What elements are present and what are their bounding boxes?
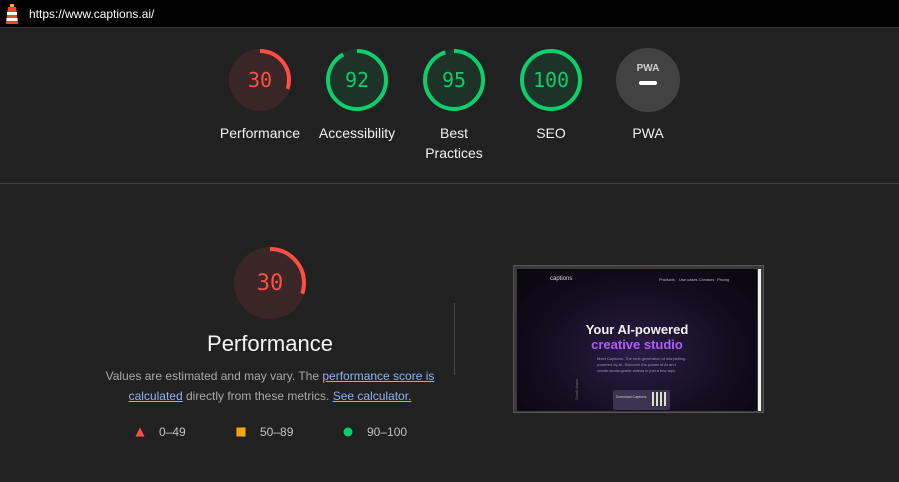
gauge-seo-label: SEO bbox=[536, 125, 566, 141]
screenshot-page: captions Products Use cases Creators Pri… bbox=[517, 269, 757, 411]
lighthouse-icon bbox=[6, 3, 18, 24]
category-gauges: 30 Performance 92 Accessibility 95 Best … bbox=[0, 28, 899, 183]
circle-icon bbox=[343, 427, 353, 437]
screenshot-nav-item: Creators bbox=[699, 277, 715, 282]
gauge-accessibility-label: Accessibility bbox=[318, 125, 396, 141]
gauge-best-practices-label-line1: Best bbox=[439, 125, 468, 141]
pwa-badge-icon: PWA bbox=[616, 48, 680, 112]
page-url[interactable]: https://www.captions.ai/ bbox=[29, 7, 154, 21]
square-icon bbox=[236, 427, 246, 437]
legend-fail: 0–49 bbox=[135, 424, 186, 440]
section-divider bbox=[0, 183, 899, 184]
qr-code-icon bbox=[652, 392, 666, 406]
pwa-badge-text: PWA bbox=[637, 63, 660, 74]
gauge-performance-label: Performance bbox=[219, 125, 301, 141]
screenshot-side-label: Scroll down bbox=[573, 379, 579, 400]
top-bar: https://www.captions.ai/ bbox=[0, 0, 899, 28]
screenshot-nav-item: Use cases bbox=[679, 277, 698, 282]
performance-title: Performance bbox=[207, 331, 333, 356]
screenshot-nav-item: Products bbox=[659, 277, 675, 282]
final-screenshot[interactable]: captions Products Use cases Creators Pri… bbox=[513, 265, 764, 413]
screenshot-nav-item: Pricing bbox=[717, 277, 730, 282]
performance-desc-prefix: Values are estimated and may vary. The bbox=[105, 369, 323, 383]
performance-description: Values are estimated and may vary. The p… bbox=[100, 366, 440, 406]
triangle-icon bbox=[135, 427, 145, 437]
gauge-best-practices-label: Best Practices bbox=[404, 123, 504, 163]
gauge-performance[interactable]: 30 Performance bbox=[210, 47, 310, 143]
screenshot-brand: captions bbox=[550, 276, 573, 282]
legend-pass: 90–100 bbox=[343, 424, 407, 440]
gauge-best-practices-label-line2: Practices bbox=[425, 145, 483, 161]
legend-fail-range: 0–49 bbox=[159, 425, 186, 439]
gauge-seo[interactable]: 100 SEO bbox=[501, 47, 601, 143]
gauge-performance-score: 30 bbox=[247, 68, 273, 92]
screenshot-headline-accent: creative studio bbox=[591, 337, 683, 352]
gauge-best-practices[interactable]: 95 Best Practices bbox=[404, 47, 504, 163]
vertical-separator bbox=[454, 303, 455, 375]
gauge-accessibility-score: 92 bbox=[344, 68, 370, 92]
gauge-seo-score: 100 bbox=[532, 68, 570, 92]
legend-pass-range: 90–100 bbox=[367, 425, 408, 439]
gauge-best-practices-score: 95 bbox=[441, 68, 467, 92]
screenshot-scrollbar bbox=[758, 269, 761, 411]
gauge-pwa-label: PWA bbox=[632, 125, 664, 141]
legend-average: 50–89 bbox=[236, 424, 293, 440]
gauge-pwa[interactable]: PWA PWA bbox=[598, 47, 698, 143]
performance-score: 30 bbox=[256, 271, 284, 296]
legend-average-range: 50–89 bbox=[260, 425, 294, 439]
screenshot-card-text: Download Captions bbox=[616, 395, 647, 399]
gauge-accessibility[interactable]: 92 Accessibility bbox=[307, 47, 407, 143]
performance-desc-middle: directly from these metrics. bbox=[182, 389, 333, 403]
screenshot-headline: Your AI-powered bbox=[585, 322, 689, 337]
see-calculator-link[interactable]: See calculator. bbox=[333, 389, 412, 403]
performance-gauge-large: 30 bbox=[232, 245, 308, 321]
screenshot-subtext: Meet Captions. The next generation of st… bbox=[597, 356, 687, 373]
